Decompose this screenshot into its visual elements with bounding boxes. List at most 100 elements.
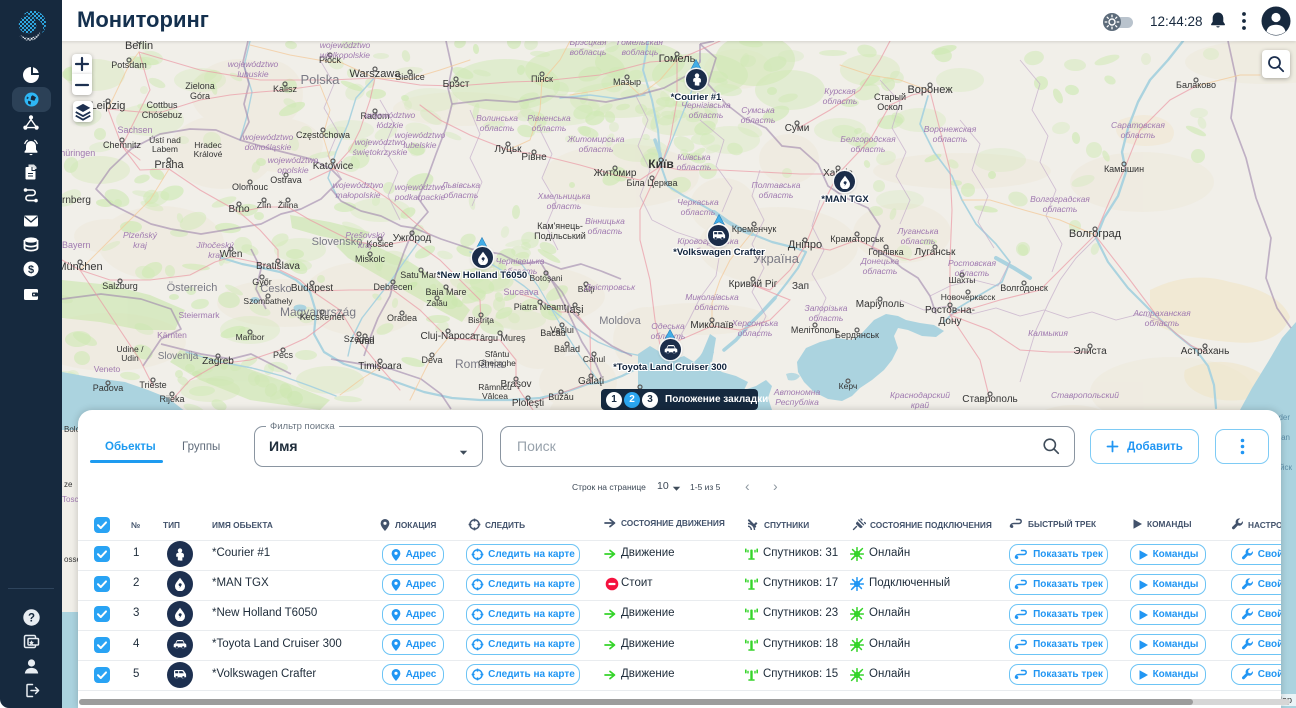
- svg-text:Житомирська: Житомирська: [567, 134, 625, 144]
- svg-text:Суми: Суми: [785, 123, 810, 134]
- svg-text:Хмельницька: Хмельницька: [537, 191, 591, 201]
- svg-text:Praha: Praha: [154, 159, 184, 171]
- svg-text:München: München: [62, 261, 103, 273]
- svg-text:Чернiвецька: Чернiвецька: [496, 256, 545, 266]
- svg-text:область: область: [933, 134, 968, 144]
- svg-text:Зап: Зап: [792, 281, 809, 292]
- svg-text:область: область: [532, 123, 567, 133]
- svg-text:Ploieşti: Ploieşti: [512, 398, 544, 409]
- svg-text:Рiвненська: Рiвненська: [527, 113, 571, 123]
- svg-text:województwo: województwo: [365, 110, 416, 120]
- svg-text:Бiла Церква: Бiла Церква: [627, 178, 678, 188]
- svg-text:Bayern: Bayern: [62, 240, 91, 250]
- svg-text:Târgu Mureş: Târgu Mureş: [474, 333, 526, 343]
- svg-text:województwo: województwo: [333, 180, 384, 190]
- svg-text:Луганська: Луганська: [896, 226, 938, 236]
- svg-text:Пiнск: Пiнск: [531, 74, 553, 84]
- svg-text:Österreich: Österreich: [167, 282, 218, 294]
- svg-text:małopolskie: małopolskie: [336, 190, 381, 200]
- svg-text:Suceava: Suceava: [503, 287, 538, 297]
- svg-text:lubelskie: lubelskie: [403, 140, 436, 150]
- svg-text:Kärnten: Kärnten: [157, 330, 187, 340]
- svg-text:Steiermark: Steiermark: [178, 310, 220, 320]
- svg-text:Galaţi: Galaţi: [578, 376, 604, 387]
- svg-text:Воронежская: Воронежская: [924, 124, 977, 134]
- svg-text:область: область: [579, 144, 614, 154]
- svg-text:Брэст: Брэст: [443, 79, 470, 90]
- svg-text:Калмыкия: Калмыкия: [1028, 328, 1068, 338]
- svg-text:wielkopolskie: wielkopolskie: [320, 50, 370, 60]
- svg-text:Элиста: Элиста: [1073, 346, 1107, 357]
- svg-text:Вiнницька: Вiнницька: [585, 216, 625, 226]
- svg-text:область: область: [823, 96, 858, 106]
- svg-text:Старый: Старый: [874, 92, 906, 102]
- svg-text:Debrecen: Debrecen: [373, 282, 412, 292]
- svg-text:Jihočeský: Jihočeský: [195, 240, 234, 250]
- svg-text:kraj: kraj: [358, 240, 373, 250]
- svg-text:область: область: [759, 190, 794, 200]
- svg-text:Камышин: Камышин: [1104, 164, 1144, 174]
- svg-text:?: ?: [27, 613, 34, 625]
- svg-text:Курская: Курская: [824, 86, 856, 96]
- svg-text:Ostrava: Ostrava: [270, 175, 302, 185]
- svg-text:Timişoara: Timişoara: [358, 361, 402, 372]
- svg-text:Warszawa: Warszawa: [350, 68, 402, 80]
- svg-text:Wien: Wien: [220, 249, 243, 260]
- svg-text:область: область: [738, 328, 773, 338]
- svg-text:Sachsen: Sachsen: [117, 125, 152, 135]
- svg-text:województwo: województwo: [268, 155, 319, 165]
- svg-text:Trieste: Trieste: [139, 380, 166, 390]
- svg-text:Cahul: Cahul: [583, 354, 605, 364]
- svg-text:kraj: kraj: [133, 240, 148, 250]
- svg-text:Kalisz: Kalisz: [273, 84, 298, 94]
- svg-text:dolnośląskie: dolnośląskie: [245, 142, 292, 152]
- svg-text:Полтавська: Полтавська: [752, 180, 801, 190]
- svg-text:Мазыр: Мазыр: [613, 77, 641, 87]
- svg-text:область: область: [863, 266, 898, 276]
- svg-text:Волгоград: Волгоград: [1069, 228, 1122, 240]
- svg-text:Донецька: Донецька: [860, 256, 899, 266]
- svg-text:область: область: [689, 110, 724, 120]
- svg-text:Polska: Polska: [300, 72, 340, 87]
- svg-text:Луганськ: Луганськ: [915, 247, 956, 258]
- svg-text:województwo: województwo: [395, 130, 446, 140]
- svg-text:Kecskemét: Kecskemét: [300, 312, 345, 322]
- svg-text:Днiпро: Днiпро: [788, 239, 822, 251]
- svg-text:Луцьк: Луцьк: [495, 144, 523, 155]
- svg-text:Leipzig: Leipzig: [91, 100, 126, 112]
- svg-text:Автономна: Автономна: [773, 387, 821, 397]
- svg-text:Мелiтополь: Мелiтополь: [791, 325, 840, 335]
- svg-text:Балаково: Балаково: [1176, 80, 1216, 90]
- svg-text:Дністровськ: Дністровськ: [584, 282, 636, 292]
- svg-text:йск: йск: [1280, 463, 1292, 472]
- svg-text:Астрахань: Астрахань: [1181, 346, 1230, 357]
- svg-text:Chemnitz: Chemnitz: [103, 140, 142, 150]
- svg-text:Piatra Neamţ: Piatra Neamţ: [514, 302, 567, 312]
- svg-text:lubuskie: lubuskie: [237, 69, 268, 79]
- svg-text:Thüringen: Thüringen: [62, 148, 95, 158]
- svg-text:область: область: [741, 115, 776, 125]
- svg-text:rnberg: rnberg: [62, 195, 91, 206]
- svg-text:Slovenija: Slovenija: [158, 351, 199, 362]
- svg-text:Ставрополь: Ставрополь: [962, 394, 1018, 405]
- svg-text:Botoşani: Botoşani: [529, 273, 562, 283]
- svg-text:Черкаська: Черкаська: [677, 197, 719, 207]
- svg-text:Волгоградская: Волгоградская: [1030, 194, 1090, 204]
- svg-text:Кам'янець-: Кам'янець-: [537, 221, 583, 231]
- svg-text:Plzeňský: Plzeňský: [123, 230, 158, 240]
- svg-text:область: область: [681, 207, 716, 217]
- svg-text:Подiльський: Подiльський: [534, 231, 586, 241]
- svg-text:Gheorghe: Gheorghe: [478, 358, 516, 368]
- svg-text:край: край: [911, 400, 929, 410]
- svg-text:Сумська: Сумська: [741, 105, 775, 115]
- svg-text:Херсонська: Херсонська: [731, 318, 779, 328]
- svg-text:Ростовская: Ростовская: [948, 258, 997, 268]
- svg-text:вобласць: вобласць: [570, 47, 607, 57]
- svg-text:Марiуполь: Марiуполь: [856, 299, 905, 310]
- svg-text:Berlin: Berlin: [125, 41, 153, 52]
- svg-text:Budapest: Budapest: [291, 283, 333, 294]
- svg-text:Arad: Arad: [355, 336, 374, 346]
- svg-text:Волинська: Волинська: [476, 113, 518, 123]
- svg-text:Pécs: Pécs: [273, 350, 294, 360]
- svg-text:Zagreb: Zagreb: [202, 356, 234, 367]
